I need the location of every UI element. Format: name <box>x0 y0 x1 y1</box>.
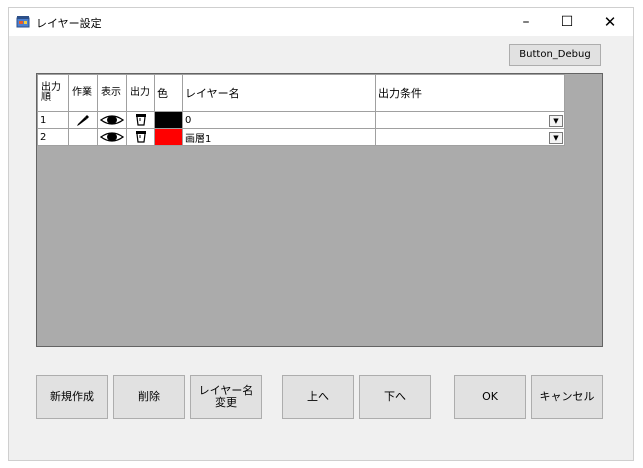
row-order-cell[interactable]: 2 <box>37 128 69 146</box>
color-cell[interactable] <box>154 111 183 129</box>
header-output[interactable]: 出力 <box>126 74 155 112</box>
close-button[interactable]: ✕ <box>590 8 630 36</box>
layer-name-cell[interactable]: 画層1 <box>182 128 376 146</box>
header-order[interactable]: 出力順 <box>37 74 69 112</box>
minimize-button[interactable]: – <box>506 8 546 36</box>
layer-settings-window: レイヤー設定 – ☐ ✕ Button_Debug 出力順 作業 表示 出力 色… <box>9 8 633 460</box>
work-cell[interactable] <box>68 111 98 129</box>
debug-button[interactable]: Button_Debug <box>509 44 601 66</box>
display-cell[interactable] <box>97 111 127 129</box>
layer-grid: 出力順 作業 表示 出力 色 レイヤー名 出力条件 1 0 ▼ 2 画層1 ▼ <box>36 73 603 347</box>
move-up-button[interactable]: 上へ <box>282 375 354 419</box>
dropdown-arrow-icon[interactable]: ▼ <box>549 114 563 127</box>
output-condition-combo[interactable]: ▼ <box>375 111 565 129</box>
eye-icon[interactable] <box>100 131 124 143</box>
display-cell[interactable] <box>97 128 127 146</box>
table-row[interactable]: 2 画層1 ▼ <box>37 128 565 146</box>
output-cell[interactable] <box>126 128 155 146</box>
color-cell[interactable] <box>154 128 183 146</box>
output-condition-combo[interactable]: ▼ <box>375 128 565 146</box>
output-cell[interactable] <box>126 111 155 129</box>
layer-table: 出力順 作業 表示 出力 色 レイヤー名 出力条件 1 0 ▼ 2 画層1 ▼ <box>37 74 565 146</box>
app-icon <box>16 16 30 28</box>
title-bar: レイヤー設定 – ☐ ✕ <box>9 8 633 36</box>
move-down-button[interactable]: 下へ <box>359 375 431 419</box>
maximize-button[interactable]: ☐ <box>547 8 587 36</box>
pencil-icon[interactable] <box>76 113 90 127</box>
work-cell[interactable] <box>68 128 98 146</box>
window-title: レイヤー設定 <box>36 17 102 30</box>
table-header-row: 出力順 作業 表示 出力 色 レイヤー名 出力条件 <box>37 74 565 112</box>
delete-button[interactable]: 削除 <box>113 375 185 419</box>
dropdown-arrow-icon[interactable]: ▼ <box>549 131 563 144</box>
cancel-button[interactable]: キャンセル <box>531 375 603 419</box>
header-work[interactable]: 作業 <box>68 74 98 112</box>
table-row[interactable]: 1 0 ▼ <box>37 111 565 129</box>
header-color[interactable]: 色 <box>154 74 183 112</box>
row-order-cell[interactable]: 1 <box>37 111 69 129</box>
header-layer-name[interactable]: レイヤー名 <box>182 74 376 112</box>
new-layer-button[interactable]: 新規作成 <box>36 375 108 419</box>
output-icon[interactable] <box>135 130 147 144</box>
header-output-condition[interactable]: 出力条件 <box>375 74 565 112</box>
ok-button[interactable]: OK <box>454 375 526 419</box>
eye-icon[interactable] <box>100 114 124 126</box>
header-display[interactable]: 表示 <box>97 74 127 112</box>
output-icon[interactable] <box>135 113 147 127</box>
layer-name-cell[interactable]: 0 <box>182 111 376 129</box>
rename-layer-button[interactable]: レイヤー名 変更 <box>190 375 262 419</box>
